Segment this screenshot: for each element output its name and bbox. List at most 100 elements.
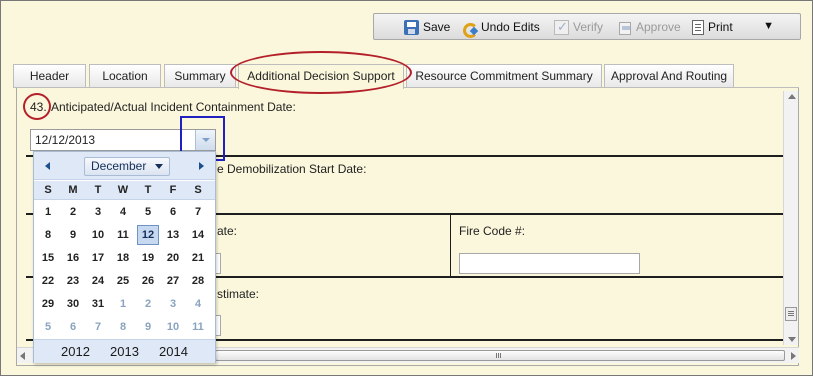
horizontal-scroll-thumb[interactable] (215, 350, 785, 361)
calendar-day[interactable]: 18 (112, 248, 134, 268)
calendar-day-selected[interactable]: 12 (137, 225, 159, 245)
calendar-day-other-month[interactable]: 1 (112, 294, 134, 314)
calendar-day[interactable]: 16 (62, 248, 84, 268)
approve-button[interactable]: Approve (617, 18, 681, 36)
calendar-day[interactable]: 31 (87, 294, 109, 314)
calendar-day[interactable]: 2 (62, 202, 84, 222)
weekday-header-row: SMTWTFS (34, 181, 215, 200)
calendar-day[interactable]: 24 (87, 271, 109, 291)
next-month-icon[interactable] (199, 162, 204, 170)
calendar-day[interactable]: 8 (37, 225, 59, 245)
calendar-day[interactable]: 21 (187, 248, 209, 268)
question-46-label: stimate: (217, 287, 260, 301)
weekday-label: S (194, 184, 202, 196)
undo-edits-button[interactable]: Undo Edits (462, 18, 540, 38)
approve-label: Approve (636, 20, 681, 34)
calendar-day-other-month[interactable]: 8 (112, 317, 134, 337)
calendar-day[interactable]: 3 (87, 202, 109, 222)
calendar-day[interactable]: 10 (87, 225, 109, 245)
weekday-label: W (117, 184, 129, 196)
tab-summary[interactable]: Summary (164, 64, 236, 87)
print-icon (692, 19, 704, 35)
calendar-day[interactable]: 27 (162, 271, 184, 291)
toolbar: Save Undo Edits Verify Approve Print ▼ (373, 13, 801, 40)
scroll-right-icon[interactable] (791, 352, 796, 360)
vertical-scrollbar[interactable] (783, 91, 798, 345)
calendar-day[interactable]: 25 (112, 271, 134, 291)
calendar-day-other-month[interactable]: 7 (87, 317, 109, 337)
more-options-button[interactable]: ▼ (763, 17, 774, 35)
calendar-day-other-month[interactable]: 3 (162, 294, 184, 314)
containment-date-value: 12/12/2013 (35, 133, 96, 147)
tab-resource-commitment-summary[interactable]: Resource Commitment Summary (406, 64, 602, 87)
calendar-day[interactable]: 5 (137, 202, 159, 222)
year-bar: 2012 2013 2014 (34, 339, 215, 363)
calendar-day-other-month[interactable]: 10 (162, 317, 184, 337)
print-button[interactable]: Print (692, 18, 733, 36)
save-icon (404, 19, 419, 35)
calendar-day-other-month[interactable]: 2 (137, 294, 159, 314)
fire-code-input[interactable] (459, 253, 640, 274)
tab-header[interactable]: Header (13, 64, 86, 87)
divider (450, 214, 451, 276)
calendar-day-other-month[interactable]: 9 (137, 317, 159, 337)
calendar-day[interactable]: 1 (37, 202, 59, 222)
chevron-down-icon: ▼ (763, 20, 774, 32)
weekday-label: T (144, 184, 152, 196)
calendar-day[interactable]: 22 (37, 271, 59, 291)
undo-label: Undo Edits (481, 20, 540, 34)
weekday-label: M (68, 184, 78, 196)
previous-month-icon[interactable] (45, 162, 50, 170)
calendar-day[interactable]: 11 (112, 225, 134, 245)
calendar-day[interactable]: 23 (62, 271, 84, 291)
calendar-day[interactable]: 14 (187, 225, 209, 245)
calendar-day[interactable]: 30 (62, 294, 84, 314)
tab-location[interactable]: Location (89, 64, 161, 87)
month-label: December (91, 159, 147, 173)
calendar-day[interactable]: 15 (37, 248, 59, 268)
calendar-day[interactable]: 20 (162, 248, 184, 268)
verify-button[interactable]: Verify (554, 18, 603, 36)
approve-icon (617, 20, 632, 35)
undo-icon (462, 20, 478, 38)
calendar-day[interactable]: 13 (162, 225, 184, 245)
calendar-day-other-month[interactable]: 11 (187, 317, 209, 337)
question-44-label: e Demobilization Start Date: (217, 162, 367, 176)
calendar-day[interactable]: 29 (37, 294, 59, 314)
calendar-day[interactable]: 17 (87, 248, 109, 268)
date-picker-header: December (34, 152, 215, 180)
weekday-label: T (94, 184, 102, 196)
annotation-oval-number (23, 93, 51, 120)
weekday-label: S (44, 184, 52, 196)
print-label: Print (708, 20, 733, 34)
calendar-day[interactable]: 19 (137, 248, 159, 268)
save-label: Save (423, 20, 451, 34)
year-option[interactable]: 2012 (61, 344, 90, 359)
verify-label: Verify (573, 20, 604, 34)
application-window: Save Undo Edits Verify Approve Print ▼ H… (0, 0, 813, 376)
scroll-up-icon[interactable] (788, 94, 796, 99)
tab-approval-and-routing[interactable]: Approval And Routing (604, 64, 734, 87)
year-option[interactable]: 2014 (159, 344, 188, 359)
calendar-day[interactable]: 6 (162, 202, 184, 222)
date-picker: December SMTWTFS 1 2 3 4 5 6 7 8 9 10 11 12 13 14 15 16… (33, 151, 216, 363)
scroll-down-icon[interactable] (788, 337, 796, 342)
calendar-day-other-month[interactable]: 6 (62, 317, 84, 337)
calendar-day[interactable]: 26 (137, 271, 159, 291)
year-option-current[interactable]: 2013 (110, 344, 139, 359)
calendar-day-other-month[interactable]: 4 (187, 294, 209, 314)
chevron-down-icon (155, 164, 163, 169)
month-select-button[interactable]: December (84, 157, 170, 176)
question-45-label: ate: (217, 224, 238, 238)
calendar-day[interactable]: 28 (187, 271, 209, 291)
question-43-label: Anticipated/Actual Incident Containment … (51, 100, 296, 114)
scroll-left-icon[interactable] (20, 352, 25, 360)
calendar-day[interactable]: 7 (187, 202, 209, 222)
vertical-scroll-thumb[interactable] (785, 307, 797, 321)
save-button[interactable]: Save (404, 18, 450, 36)
calendar-day[interactable]: 4 (112, 202, 134, 222)
weekday-label: F (169, 184, 177, 196)
calendar-day-other-month[interactable]: 5 (37, 317, 59, 337)
calendar-day[interactable]: 9 (62, 225, 84, 245)
tab-additional-decision-support[interactable]: Additional Decision Support (238, 64, 404, 89)
